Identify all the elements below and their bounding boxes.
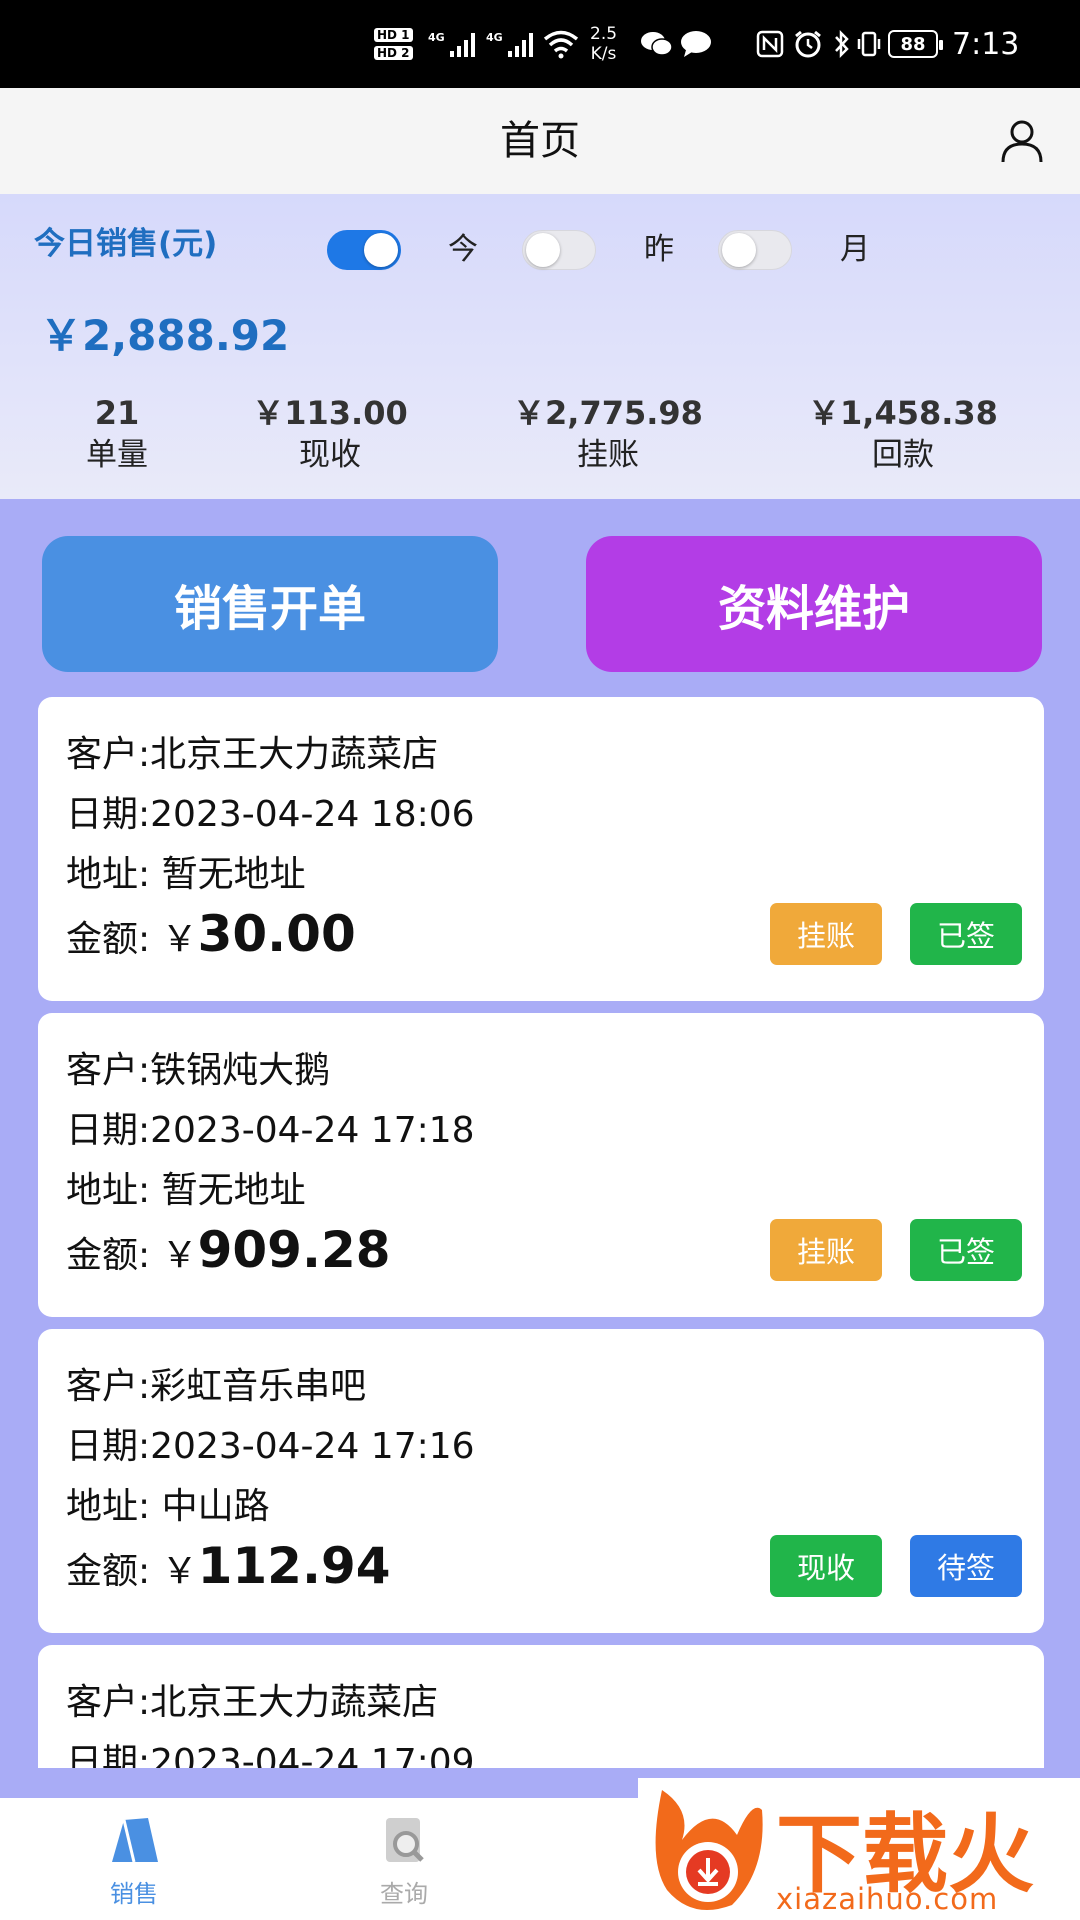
page-title: 首页 [500,118,580,164]
order-customer: 客户:北京王大力蔬菜店 [66,1682,439,1723]
watermark-url: xiazaihuo.com [776,1882,999,1916]
bluetooth-icon [833,0,851,88]
order-date: 日期:2023-04-24 18:06 [66,794,475,835]
order-card[interactable]: 客户:北京王大力蔬菜店 日期:2023-04-24 18:06 地址: 暂无地址… [38,697,1044,1001]
payment-status-badge[interactable]: 现收 [770,1535,882,1597]
toggle-knob [722,233,756,267]
stat-value: ￥2,775.98 [513,394,703,432]
order-amount: 909.28 [197,1221,391,1279]
nav-query[interactable]: 查询 [334,1814,474,1909]
speed-value: 2.5 [590,24,618,44]
nav-query-label: 查询 [380,1880,428,1908]
total-sales-amount: ￥2,888.92 [40,311,290,360]
hd-indicator: HD 1 HD 2 [374,0,413,88]
nav-sales-label: 销售 [110,1880,158,1908]
hd2-badge: HD 2 [374,46,413,60]
signal-2-icon: 4G [486,0,538,88]
today-label: 今 [448,232,478,267]
nfc-icon [756,0,784,88]
stat-credit: ￥2,775.98 挂账 [478,392,738,476]
nav-sales[interactable]: 销售 [64,1814,204,1909]
order-card[interactable]: 客户:彩虹音乐串吧 日期:2023-04-24 17:16 地址: 中山路 金额… [38,1329,1044,1633]
yesterday-label: 昨 [644,232,674,267]
vibrate-icon [856,0,882,88]
order-customer: 客户:铁锅炖大鹅 [66,1050,331,1091]
order-card[interactable]: 客户:北京王大力蔬菜店 日期:2023-04-24 17:09 [38,1645,1044,1768]
sign-status-badge[interactable]: 已签 [910,903,1022,965]
wifi-icon [542,0,580,88]
stat-label: 现收 [299,437,361,473]
stat-label: 回款 [872,437,934,473]
toggle-knob [526,233,560,267]
status-bar: HD 1 HD 2 4G 4G 2.5 K/s 88 7:13 [0,0,1080,88]
wechat-icon [640,0,674,88]
battery-icon: 88 [888,0,943,88]
month-label: 月 [840,232,870,267]
order-amount: 112.94 [197,1537,391,1595]
sign-status-badge[interactable]: 待签 [910,1535,1022,1597]
order-list[interactable]: 客户:北京王大力蔬菜店 日期:2023-04-24 18:06 地址: 暂无地址… [0,694,1080,1768]
stat-label: 挂账 [577,437,639,473]
stat-repayment: ￥1,458.38 回款 [773,392,1033,476]
order-date: 日期:2023-04-24 17:16 [66,1426,475,1467]
order-address: 地址: 中山路 [66,1486,270,1527]
clock: 7:13 [952,26,1020,62]
alarm-icon [793,0,823,88]
order-date: 日期:2023-04-24 17:18 [66,1110,475,1151]
order-amount-row: 金额: ￥112.94 [66,1537,391,1595]
today-toggle[interactable] [327,230,401,270]
message-icon [680,0,712,88]
hd1-badge: HD 1 [374,28,413,42]
app-header: 首页 [0,88,1080,194]
order-card[interactable]: 客户:铁锅炖大鹅 日期:2023-04-24 17:18 地址: 暂无地址 金额… [38,1013,1044,1317]
month-toggle[interactable] [718,230,792,270]
order-customer: 客户:北京王大力蔬菜店 [66,734,439,775]
yesterday-toggle[interactable] [522,230,596,270]
order-customer: 客户:彩虹音乐串吧 [66,1366,367,1407]
watermark-logo: 下载火 xiazaihuo.com [638,1778,1080,1920]
amount-prefix: 金额: ￥ [66,1551,198,1592]
sales-summary: 今日销售(元) 今 昨 月 ￥2,888.92 21 单量 ￥113.00 现收… [0,194,1080,499]
battery-level: 88 [888,30,943,58]
summary-label: 今日销售(元) [34,226,218,262]
order-amount: 30.00 [197,905,356,963]
stat-cash: ￥113.00 现收 [200,392,460,476]
order-address: 地址: 暂无地址 [66,854,306,895]
flame-logo-icon [655,1790,763,1910]
order-amount-row: 金额: ￥909.28 [66,1221,391,1279]
svg-text:4G: 4G [428,31,445,44]
order-date: 日期:2023-04-24 17:09 [66,1742,475,1768]
payment-status-badge[interactable]: 挂账 [770,1219,882,1281]
order-amount-row: 金额: ￥30.00 [66,905,356,963]
user-icon[interactable] [1000,118,1044,164]
network-speed: 2.5 K/s [590,0,617,88]
payment-status-badge[interactable]: 挂账 [770,903,882,965]
signal-1-icon: 4G [428,0,480,88]
data-maintenance-button[interactable]: 资料维护 [586,536,1042,672]
toggle-knob [364,233,398,267]
stat-value: ￥1,458.38 [808,394,998,432]
speed-unit: K/s [590,44,617,64]
svg-text:4G: 4G [486,31,503,44]
amount-prefix: 金额: ￥ [66,1235,198,1276]
sales-book-icon [112,1818,158,1863]
stat-value: ￥113.00 [252,394,408,432]
sign-status-badge[interactable]: 已签 [910,1219,1022,1281]
sales-order-button[interactable]: 销售开单 [42,536,498,672]
order-address: 地址: 暂无地址 [66,1170,306,1211]
amount-prefix: 金额: ￥ [66,919,198,960]
query-search-icon [386,1818,424,1862]
